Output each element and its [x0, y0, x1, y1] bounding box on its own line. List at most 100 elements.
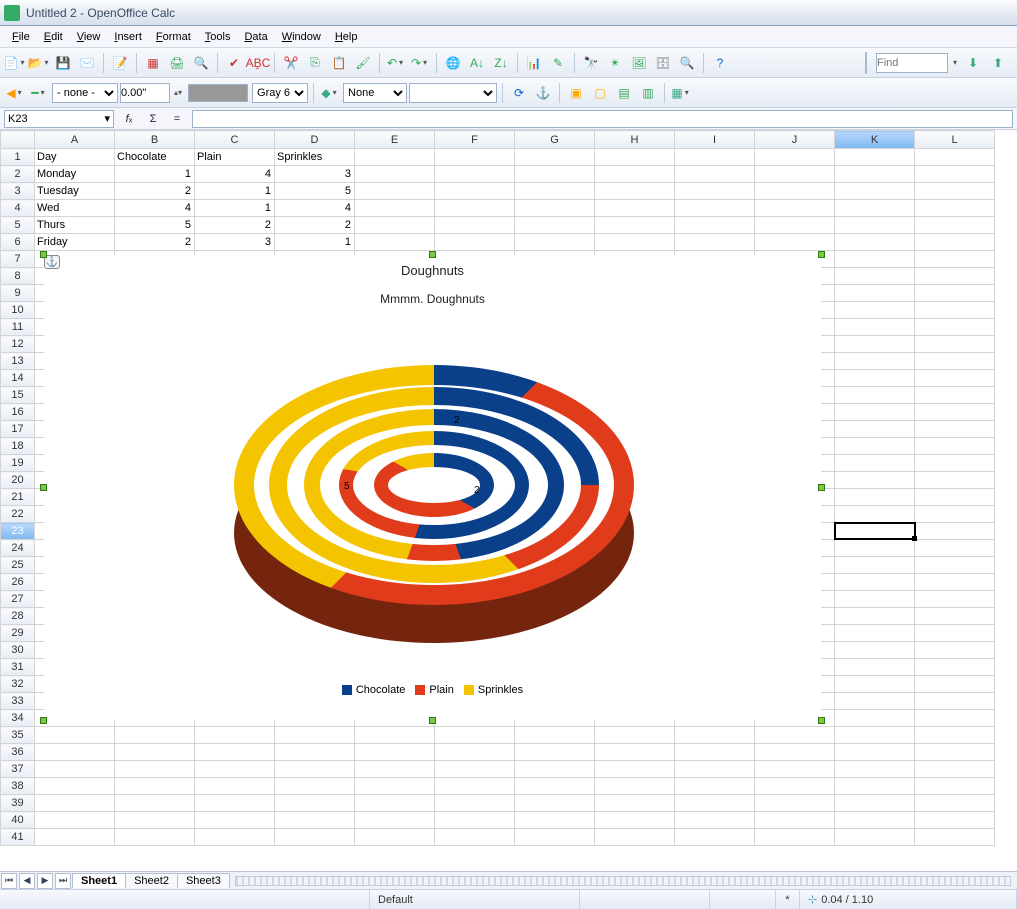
cell-H1[interactable] [595, 149, 675, 166]
sheet-tab-sheet2[interactable]: Sheet2 [125, 873, 178, 888]
cell-H36[interactable] [595, 744, 675, 761]
tab-nav-last[interactable]: ⏭ [55, 873, 71, 889]
cell-B2[interactable]: 1 [115, 166, 195, 183]
background-button[interactable]: ▥ [637, 82, 659, 104]
status-page-style[interactable]: Default [370, 890, 580, 909]
cell-C38[interactable] [195, 778, 275, 795]
row-header-16[interactable]: 16 [1, 404, 35, 421]
cell-D5[interactable]: 2 [275, 217, 355, 234]
cell-C35[interactable] [195, 727, 275, 744]
col-header-J[interactable]: J [755, 131, 835, 149]
row-header-20[interactable]: 20 [1, 472, 35, 489]
cell-K9[interactable] [835, 285, 915, 302]
row-header-23[interactable]: 23 [1, 523, 35, 540]
cell-E36[interactable] [355, 744, 435, 761]
cell-J2[interactable] [755, 166, 835, 183]
menu-insert[interactable]: Insert [108, 29, 148, 45]
cell-K8[interactable] [835, 268, 915, 285]
cell-H40[interactable] [595, 812, 675, 829]
col-header-G[interactable]: G [515, 131, 595, 149]
cell-K16[interactable] [835, 404, 915, 421]
cell-A39[interactable] [35, 795, 115, 812]
cell-B40[interactable] [115, 812, 195, 829]
line-width-input[interactable] [120, 83, 170, 103]
cell-A6[interactable]: Friday [35, 234, 115, 251]
row-header-37[interactable]: 37 [1, 761, 35, 778]
menu-format[interactable]: Format [150, 29, 197, 45]
cell-F39[interactable] [435, 795, 515, 812]
cell-L12[interactable] [915, 336, 995, 353]
cut-button[interactable]: ✂️ [280, 52, 302, 74]
col-header-I[interactable]: I [675, 131, 755, 149]
cell-B41[interactable] [115, 829, 195, 846]
cell-J39[interactable] [755, 795, 835, 812]
cell-J40[interactable] [755, 812, 835, 829]
cell-H35[interactable] [595, 727, 675, 744]
find-prev-button[interactable]: ⬇ [962, 52, 984, 74]
row-header-38[interactable]: 38 [1, 778, 35, 795]
cell-H38[interactable] [595, 778, 675, 795]
cell-F3[interactable] [435, 183, 515, 200]
row-header-18[interactable]: 18 [1, 438, 35, 455]
row-header-8[interactable]: 8 [1, 268, 35, 285]
cell-F4[interactable] [435, 200, 515, 217]
cell-D41[interactable] [275, 829, 355, 846]
cell-I2[interactable] [675, 166, 755, 183]
cell-K2[interactable] [835, 166, 915, 183]
cell-E39[interactable] [355, 795, 435, 812]
cell-L17[interactable] [915, 421, 995, 438]
cell-L40[interactable] [915, 812, 995, 829]
cell-E5[interactable] [355, 217, 435, 234]
line-color-select[interactable]: Gray 6 [252, 83, 308, 103]
cell-H37[interactable] [595, 761, 675, 778]
cell-E35[interactable] [355, 727, 435, 744]
cell-L10[interactable] [915, 302, 995, 319]
redo-button[interactable]: ↷▾ [409, 52, 431, 74]
cell-C3[interactable]: 1 [195, 183, 275, 200]
cell-K32[interactable] [835, 676, 915, 693]
find-dropdown-icon[interactable]: ▾ [951, 58, 959, 67]
hyperlink-button[interactable]: 🌐 [442, 52, 464, 74]
cell-G5[interactable] [515, 217, 595, 234]
cell-A1[interactable]: Day [35, 149, 115, 166]
cell-F5[interactable] [435, 217, 515, 234]
cell-I1[interactable] [675, 149, 755, 166]
cell-K3[interactable] [835, 183, 915, 200]
resize-handle[interactable] [818, 717, 825, 724]
print-button[interactable]: 🖨 [166, 52, 188, 74]
undo-button[interactable]: ↶▾ [385, 52, 407, 74]
row-header-31[interactable]: 31 [1, 659, 35, 676]
row-header-14[interactable]: 14 [1, 370, 35, 387]
find-replace-button[interactable]: 🔭 [580, 52, 602, 74]
help-button[interactable]: ? [709, 52, 731, 74]
cell-G1[interactable] [515, 149, 595, 166]
cell-A41[interactable] [35, 829, 115, 846]
line-color-swatch[interactable] [188, 84, 248, 102]
cell-G35[interactable] [515, 727, 595, 744]
cell-I6[interactable] [675, 234, 755, 251]
cell-K27[interactable] [835, 591, 915, 608]
cell-A38[interactable] [35, 778, 115, 795]
new-doc-button[interactable]: 📄▾ [4, 52, 26, 74]
cell-K12[interactable] [835, 336, 915, 353]
cell-F36[interactable] [435, 744, 515, 761]
cell-H5[interactable] [595, 217, 675, 234]
cell-B36[interactable] [115, 744, 195, 761]
cell-L39[interactable] [915, 795, 995, 812]
cell-G4[interactable] [515, 200, 595, 217]
resize-handle[interactable] [429, 251, 436, 258]
cell-C4[interactable]: 1 [195, 200, 275, 217]
menu-help[interactable]: Help [329, 29, 364, 45]
send-back-button[interactable]: ▢ [589, 82, 611, 104]
row-header-27[interactable]: 27 [1, 591, 35, 608]
print-preview-button[interactable]: 🔍 [190, 52, 212, 74]
cell-H41[interactable] [595, 829, 675, 846]
cell-K36[interactable] [835, 744, 915, 761]
cell-L27[interactable] [915, 591, 995, 608]
cell-E1[interactable] [355, 149, 435, 166]
cell-L16[interactable] [915, 404, 995, 421]
cell-D2[interactable]: 3 [275, 166, 355, 183]
row-header-26[interactable]: 26 [1, 574, 35, 591]
sheet-tab-sheet1[interactable]: Sheet1 [72, 873, 126, 888]
cell-A4[interactable]: Wed [35, 200, 115, 217]
